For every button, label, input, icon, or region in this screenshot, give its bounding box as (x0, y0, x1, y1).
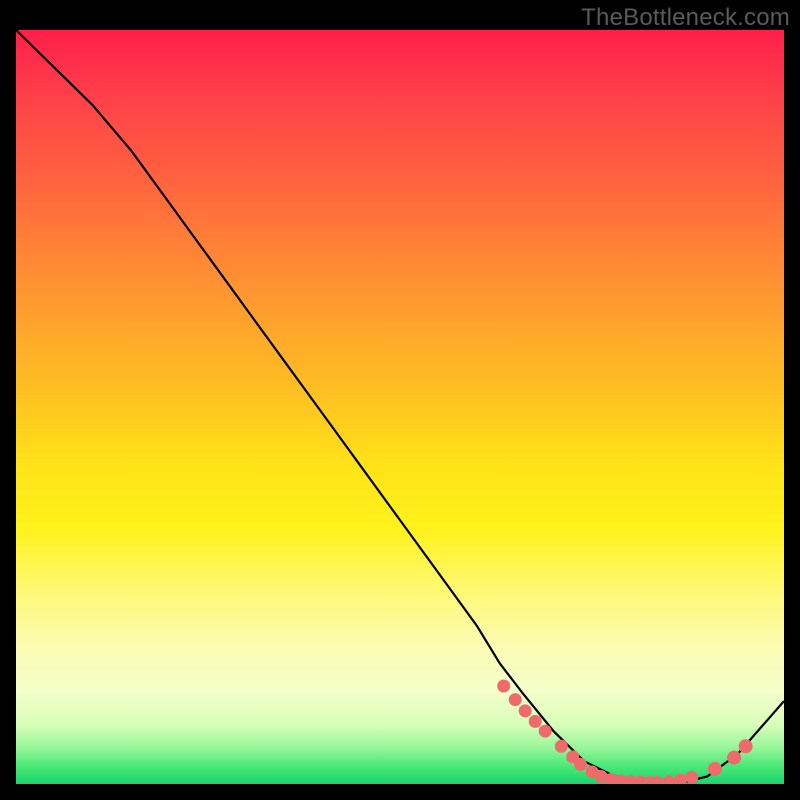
data-marker (662, 775, 675, 784)
data-marker (509, 693, 522, 706)
data-marker (685, 771, 698, 784)
marker-cluster-b (708, 739, 753, 776)
chart-frame: TheBottleneck.com (0, 0, 800, 800)
data-marker (497, 680, 510, 693)
data-marker (727, 751, 741, 765)
data-marker (555, 740, 568, 753)
data-marker (529, 715, 542, 728)
data-marker (674, 774, 687, 784)
data-marker (539, 725, 552, 738)
plot-area (16, 30, 784, 784)
data-marker (519, 704, 532, 717)
curve-overlay (16, 30, 784, 784)
watermark-text: TheBottleneck.com (581, 4, 790, 32)
bottleneck-curve (16, 30, 784, 784)
data-marker (574, 758, 587, 771)
data-marker (708, 762, 722, 776)
data-marker (739, 739, 753, 753)
